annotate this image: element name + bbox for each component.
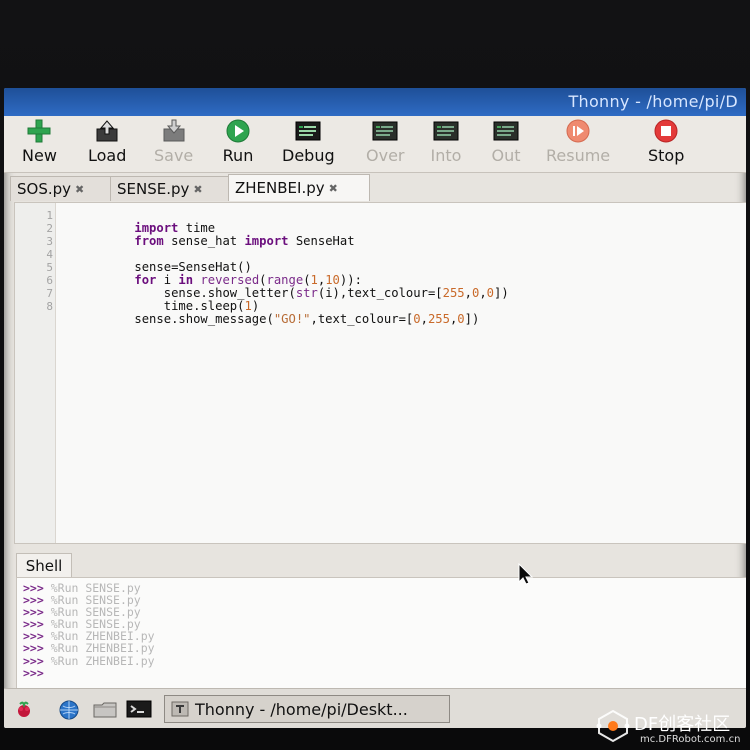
step-over-icon (369, 118, 401, 144)
shell-panel[interactable]: >>> %Run SENSE.py >>> %Run SENSE.py >>> … (16, 577, 746, 689)
close-icon[interactable]: ✖ (75, 183, 84, 196)
code-editor[interactable]: 1 2 3 4 5 6 7 8 import time from sense_h… (14, 202, 746, 544)
step-into-button[interactable]: Into (430, 118, 462, 165)
step-over-label: Over (366, 146, 405, 165)
save-icon (158, 118, 190, 144)
editor-tabs: SOS.py ✖ SENSE.py ✖ ZHENBEI.py ✖ (10, 174, 746, 202)
load-button[interactable]: Load (88, 118, 126, 165)
tab-label: ZHENBEI.py (235, 179, 325, 197)
line-number: 5 (46, 261, 53, 274)
site-watermark: DF创客社区 mc.DFRobot.com.cn (594, 704, 750, 750)
tab-zhenbei[interactable]: ZHENBEI.py ✖ (228, 174, 370, 201)
line-number: 8 (46, 300, 53, 313)
close-icon[interactable]: ✖ (329, 182, 338, 195)
step-out-label: Out (491, 146, 521, 165)
line-number: 7 (46, 287, 53, 300)
tab-sos[interactable]: SOS.py ✖ (10, 176, 112, 201)
screen: Thonny - /home/pi/D New Load Save Run De… (4, 88, 746, 728)
debug-button[interactable]: Debug (282, 118, 335, 165)
line-number: 6 (46, 274, 53, 287)
debug-icon (292, 118, 324, 144)
plus-icon (23, 118, 55, 144)
run-label: Run (222, 146, 254, 165)
stop-button[interactable]: Stop (648, 118, 684, 165)
line-number: 1 (46, 209, 53, 222)
shell-tab-label: Shell (25, 557, 63, 575)
folder-icon[interactable] (92, 699, 117, 719)
shell-command: %Run ZHENBEI.py (50, 653, 155, 668)
watermark-title: DF创客社区 (634, 714, 731, 735)
code-line: sense.show_message("GO!",text_colour=[0,… (61, 300, 479, 338)
tab-label: SENSE.py (117, 180, 190, 198)
line-number: 2 (46, 222, 53, 235)
raspberry-icon[interactable] (14, 699, 34, 719)
step-out-icon (490, 118, 522, 144)
new-button[interactable]: New (22, 118, 57, 165)
resume-label: Resume (546, 146, 611, 165)
new-label: New (22, 146, 57, 165)
step-into-icon (430, 118, 462, 144)
resume-icon (562, 118, 594, 144)
resume-button[interactable]: Resume (546, 118, 610, 165)
stop-label: Stop (648, 146, 685, 165)
mouse-cursor-icon (517, 562, 535, 585)
dfrobot-logo-icon (594, 709, 632, 743)
shell-prompt: >>> (23, 665, 44, 680)
taskbar-thonny-label: Thonny - /home/pi/Deskt... (195, 699, 408, 719)
globe-icon[interactable] (58, 699, 79, 720)
shell-lines: >>> %Run SENSE.py >>> %Run SENSE.py >>> … (23, 582, 155, 679)
run-icon (222, 118, 254, 144)
close-icon[interactable]: ✖ (193, 183, 202, 196)
load-label: Load (88, 146, 127, 165)
thonny-icon (171, 701, 189, 717)
taskbar-thonny-button[interactable]: Thonny - /home/pi/Deskt... (164, 695, 450, 723)
step-out-button[interactable]: Out (490, 118, 522, 165)
load-icon (91, 118, 123, 144)
window-titlebar[interactable]: Thonny - /home/pi/D (4, 88, 746, 116)
shell-line: >>> (23, 667, 155, 679)
run-button[interactable]: Run (222, 118, 254, 165)
toolbar: New Load Save Run Debug Over Into Out Re… (4, 116, 746, 173)
stop-icon (650, 118, 682, 144)
line-number: 4 (46, 248, 53, 261)
tab-sense[interactable]: SENSE.py ✖ (110, 176, 230, 201)
monitor-bezel: Thonny - /home/pi/D New Load Save Run De… (0, 0, 750, 750)
window-title: Thonny - /home/pi/D (568, 92, 738, 111)
step-over-button[interactable]: Over (366, 118, 404, 165)
code-line-text: from sense_hat import SenseHat (134, 233, 355, 248)
watermark-subtitle: mc.DFRobot.com.cn (640, 734, 741, 745)
line-number: 3 (46, 235, 53, 248)
tab-shell[interactable]: Shell (16, 553, 72, 578)
save-label: Save (154, 146, 194, 165)
debug-label: Debug (282, 146, 335, 165)
tab-label: SOS.py (17, 180, 72, 198)
step-into-label: Into (430, 146, 462, 165)
code-line-text: sense.show_message("GO!",text_colour=[0,… (134, 311, 480, 326)
save-button[interactable]: Save (154, 118, 193, 165)
terminal-icon[interactable] (126, 699, 152, 719)
